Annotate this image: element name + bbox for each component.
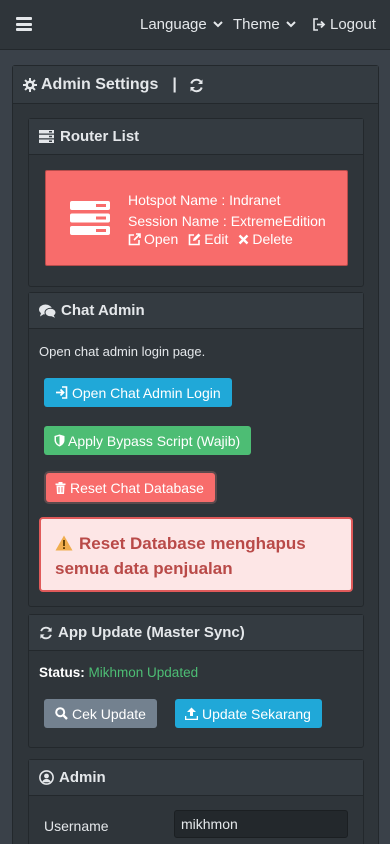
router-list-title: Router List [60,128,140,145]
admin-settings-header: Admin Settings | [13,66,378,104]
status-value: Mikhmon Updated [88,665,199,680]
admin-settings-card: Admin Settings | Router List Hotspot Nam… [12,65,379,844]
edit-icon [188,233,201,245]
check-update-button[interactable]: Cek Update [44,699,157,728]
top-navbar: Language Theme Logout [0,0,390,50]
update-now-label: Update Sekarang [202,705,311,722]
title-separator: | [172,76,177,93]
comments-icon [39,304,56,318]
language-label: Language [140,16,207,33]
trash-icon [55,481,66,494]
router-edit-link[interactable]: Edit [188,231,228,247]
logout-label: Logout [330,16,376,33]
reset-database-warning: Reset Database menghapus semua data penj… [39,517,353,592]
external-link-icon [128,232,141,245]
apply-bypass-script-label: Apply Bypass Script (Wajib) [68,432,241,449]
admin-card: Admin Username [28,759,364,844]
server-icon [39,130,54,143]
server-icon [70,201,110,235]
page-title: Admin Settings [41,76,159,93]
username-label: Username [44,818,109,834]
reset-chat-database-button[interactable]: Reset Chat Database [46,473,215,502]
close-icon [239,234,249,244]
app-update-title: App Update (Master Sync) [58,624,245,641]
shield-icon [54,434,65,447]
logout-link[interactable]: Logout [312,16,376,33]
reset-chat-database-label: Reset Chat Database [70,479,204,496]
warning-icon [55,535,73,551]
sign-out-icon [313,18,326,31]
open-label: Open [144,231,179,247]
router-hotspot-name: Hotspot Name : Indranet [128,192,281,208]
menu-hamburger-icon[interactable] [16,17,32,31]
admin-title: Admin [59,769,106,786]
edit-label: Edit [204,231,229,247]
check-update-label: Cek Update [72,705,146,722]
warning-text: Reset Database menghapus semua data penj… [55,534,306,578]
router-delete-link[interactable]: Delete [238,231,293,247]
refresh-icon[interactable] [189,78,204,93]
theme-label: Theme [233,16,280,33]
chat-admin-card: Chat Admin Open chat admin login page. O… [28,292,364,607]
chat-admin-description: Open chat admin login page. [39,344,206,359]
search-icon [55,707,68,720]
open-chat-admin-login-button[interactable]: Open Chat Admin Login [44,378,232,407]
app-update-card: App Update (Master Sync) Status: Mikhmon… [28,614,364,748]
chevron-down-icon [285,21,296,28]
open-chat-admin-login-label: Open Chat Admin Login [72,384,221,401]
router-list-card: Router List Hotspot Name : Indranet Sess… [28,118,364,287]
chat-admin-title: Chat Admin [61,302,145,319]
router-session-name: Session Name : ExtremeEdition [128,212,326,229]
upload-icon [185,707,198,720]
language-dropdown[interactable]: Language [140,16,223,33]
router-open-link[interactable]: Open [128,231,178,247]
chevron-down-icon [213,21,223,28]
theme-dropdown[interactable]: Theme [233,16,296,33]
sign-in-icon [56,386,68,399]
update-now-button[interactable]: Update Sekarang [175,699,322,728]
apply-bypass-script-button[interactable]: Apply Bypass Script (Wajib) [44,426,252,455]
user-circle-icon [39,770,54,785]
delete-label: Delete [252,231,293,247]
router-item: Hotspot Name : Indranet Session Name : E… [45,170,348,266]
update-status: Status: Mikhmon Updated [39,665,198,680]
username-input[interactable] [174,810,348,838]
gear-icon [23,78,37,92]
refresh-icon [40,626,52,639]
status-label: Status: [39,665,85,680]
